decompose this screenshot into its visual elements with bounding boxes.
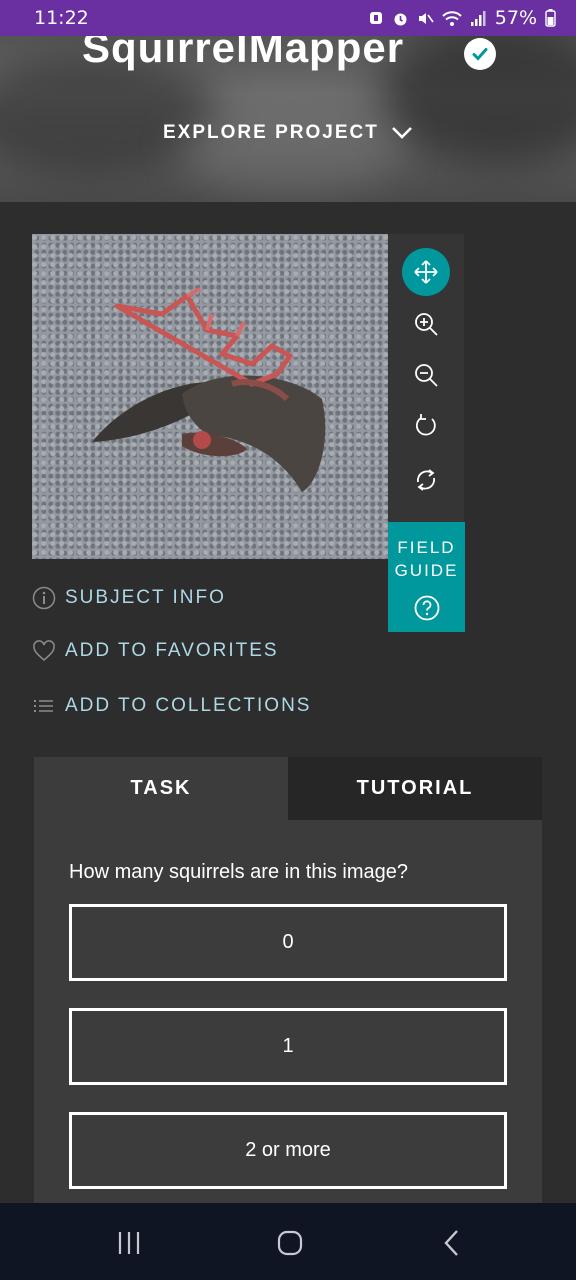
move-icon (414, 260, 438, 284)
zoom-in-icon (415, 313, 438, 336)
add-to-collections-link[interactable]: ADD TO COLLECTIONS (32, 695, 311, 717)
reset-button[interactable] (402, 456, 450, 504)
reset-icon (416, 469, 436, 491)
squirrel-photo (92, 287, 326, 492)
subject-info-link[interactable]: SUBJECT INFO (32, 586, 226, 610)
answer-button-0[interactable]: 0 (69, 904, 507, 981)
notification-icon (369, 12, 382, 24)
battery-icon (545, 9, 556, 27)
status-icons: 57% (368, 7, 556, 29)
image-toolbar (388, 234, 464, 522)
add-to-collections-label: ADD TO COLLECTIONS (65, 695, 312, 716)
add-to-favorites-label: ADD TO FAVORITES (65, 640, 279, 661)
tab-task[interactable]: TASK (34, 757, 288, 820)
list-icon (34, 700, 53, 712)
explore-project-dropdown[interactable]: EXPLORE PROJECT (163, 122, 413, 144)
field-guide-label: FIELD GUIDE (394, 538, 459, 580)
rotate-icon (416, 414, 436, 436)
add-to-favorites-link[interactable]: ADD TO FAVORITES (32, 640, 279, 662)
subject-info-label: SUBJECT INFO (65, 587, 226, 608)
status-bar: 11:22 57% (0, 0, 576, 36)
recent-apps-button[interactable] (104, 1223, 154, 1263)
zoom-in-button[interactable] (402, 300, 450, 348)
recent-apps-icon (118, 1232, 140, 1254)
explore-project-label: EXPLORE PROJECT (163, 122, 379, 143)
tab-tutorial[interactable]: TUTORIAL (288, 757, 542, 820)
wifi-icon (442, 10, 462, 26)
field-guide-button[interactable]: FIELD GUIDE (388, 522, 465, 632)
chevron-down-icon (391, 127, 412, 139)
battery-percent: 57% (494, 7, 537, 29)
zoom-out-icon (415, 364, 438, 387)
heart-icon (33, 640, 55, 661)
back-icon (444, 1230, 458, 1256)
zoom-out-button[interactable] (402, 351, 450, 399)
alarm-icon (394, 13, 407, 25)
back-button[interactable] (427, 1223, 477, 1263)
home-button[interactable] (265, 1223, 315, 1263)
project-header: SquirrelMapper EXPLORE PROJECT (0, 36, 576, 202)
subject-image[interactable] (32, 234, 388, 559)
help-icon (414, 595, 440, 621)
project-title: SquirrelMapper (82, 36, 405, 71)
task-question: How many squirrels are in this image? (69, 861, 409, 883)
info-icon (32, 586, 56, 610)
answer-button-2-or-more[interactable]: 2 or more (69, 1112, 507, 1189)
signal-icon (470, 10, 486, 26)
answer-button-1[interactable]: 1 (69, 1008, 507, 1085)
system-nav-bar (0, 1203, 576, 1280)
rotate-button[interactable] (402, 402, 450, 450)
mute-icon (418, 12, 434, 24)
move-button[interactable] (402, 248, 450, 296)
status-time: 11:22 (34, 7, 89, 29)
home-icon (277, 1230, 303, 1256)
verified-badge-icon (464, 38, 496, 70)
